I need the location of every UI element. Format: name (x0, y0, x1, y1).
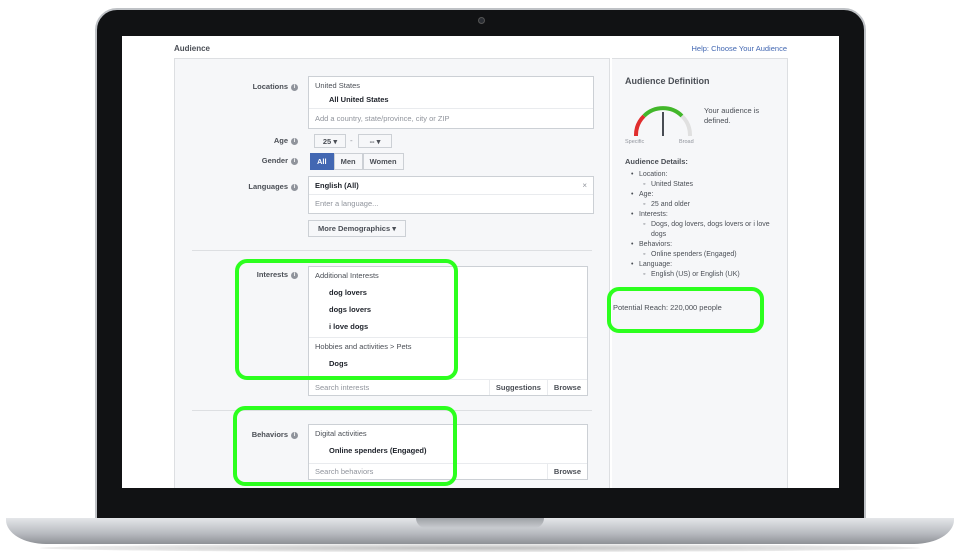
interests-browse-button[interactable]: Browse (546, 380, 587, 395)
close-icon[interactable]: × (582, 181, 587, 190)
chevron-down-icon: ▾ (333, 136, 338, 146)
suggestions-button[interactable]: Suggestions (488, 380, 547, 395)
detail-value: Online spenders (Engaged) (625, 250, 775, 260)
reach-highlight (607, 287, 764, 333)
chevron-down-icon: ▾ (376, 136, 381, 146)
detail-value: Dogs, dog lovers, dogs lovers or i love … (625, 220, 775, 240)
detail-value: 25 and older (625, 200, 775, 210)
definition-note: Your audience is defined. (704, 106, 760, 125)
language-selected: English (All) (315, 181, 359, 190)
info-icon[interactable]: i (291, 184, 298, 191)
detail-value: English (US) or English (UK) (625, 270, 775, 280)
interests-search-row: Search interests Suggestions Browse (309, 379, 587, 395)
gauge-specific-label: Specific (625, 139, 645, 145)
locations-box: United States All United States Add a co… (308, 76, 594, 129)
audience-details-title: Audience Details: (625, 157, 688, 166)
info-icon[interactable]: i (291, 84, 298, 91)
page-title: Audience (174, 44, 211, 53)
gauge-broad-label: Broad (679, 139, 694, 145)
gender-selector: All Men Women (310, 153, 404, 170)
languages-label: Languages i (178, 182, 298, 191)
age-min-select[interactable]: 25 ▾ (314, 134, 346, 148)
more-demographics-button[interactable]: More Demographics ▾ (308, 220, 406, 237)
detail-label: Interests: (625, 210, 775, 220)
detail-label: Location: (625, 170, 775, 180)
languages-box: English (All) × Enter a language... (308, 176, 594, 214)
gender-women-button[interactable]: Women (362, 153, 404, 170)
audience-details-list: Location: United States Age: 25 and olde… (625, 170, 775, 280)
locations-label: Locations i (178, 82, 298, 91)
age-label: Age i (178, 136, 298, 145)
interests-highlight (235, 259, 458, 380)
help-link[interactable]: Help: Choose Your Audience (692, 44, 788, 53)
gender-label: Gender i (178, 156, 298, 165)
gender-all-button[interactable]: All (310, 153, 334, 170)
detail-label: Age: (625, 190, 775, 200)
info-icon[interactable]: i (291, 158, 298, 165)
info-icon[interactable]: i (291, 138, 298, 145)
detail-value: United States (625, 180, 775, 190)
behaviors-highlight (233, 406, 457, 486)
age-dash: - (350, 136, 353, 145)
location-selection[interactable]: All United States (309, 94, 593, 108)
gender-men-button[interactable]: Men (333, 153, 363, 170)
camera-icon (478, 17, 485, 24)
definition-title: Audience Definition (625, 76, 710, 86)
chevron-down-icon: ▾ (392, 224, 396, 233)
detail-label: Behaviors: (625, 240, 775, 250)
section-divider (192, 250, 592, 251)
location-search-input[interactable]: Add a country, state/province, city or Z… (309, 108, 593, 127)
language-input[interactable]: Enter a language... (309, 194, 593, 212)
behaviors-browse-button[interactable]: Browse (546, 464, 587, 479)
laptop-shadow (40, 544, 920, 552)
laptop-notch (416, 518, 544, 528)
screen: Audience Help: Choose Your Audience Loca… (122, 36, 839, 488)
detail-label: Language: (625, 260, 775, 270)
age-max-select[interactable]: -- ▾ (358, 134, 392, 148)
location-country: United States (315, 81, 361, 90)
interests-search-input[interactable]: Search interests (309, 380, 489, 395)
